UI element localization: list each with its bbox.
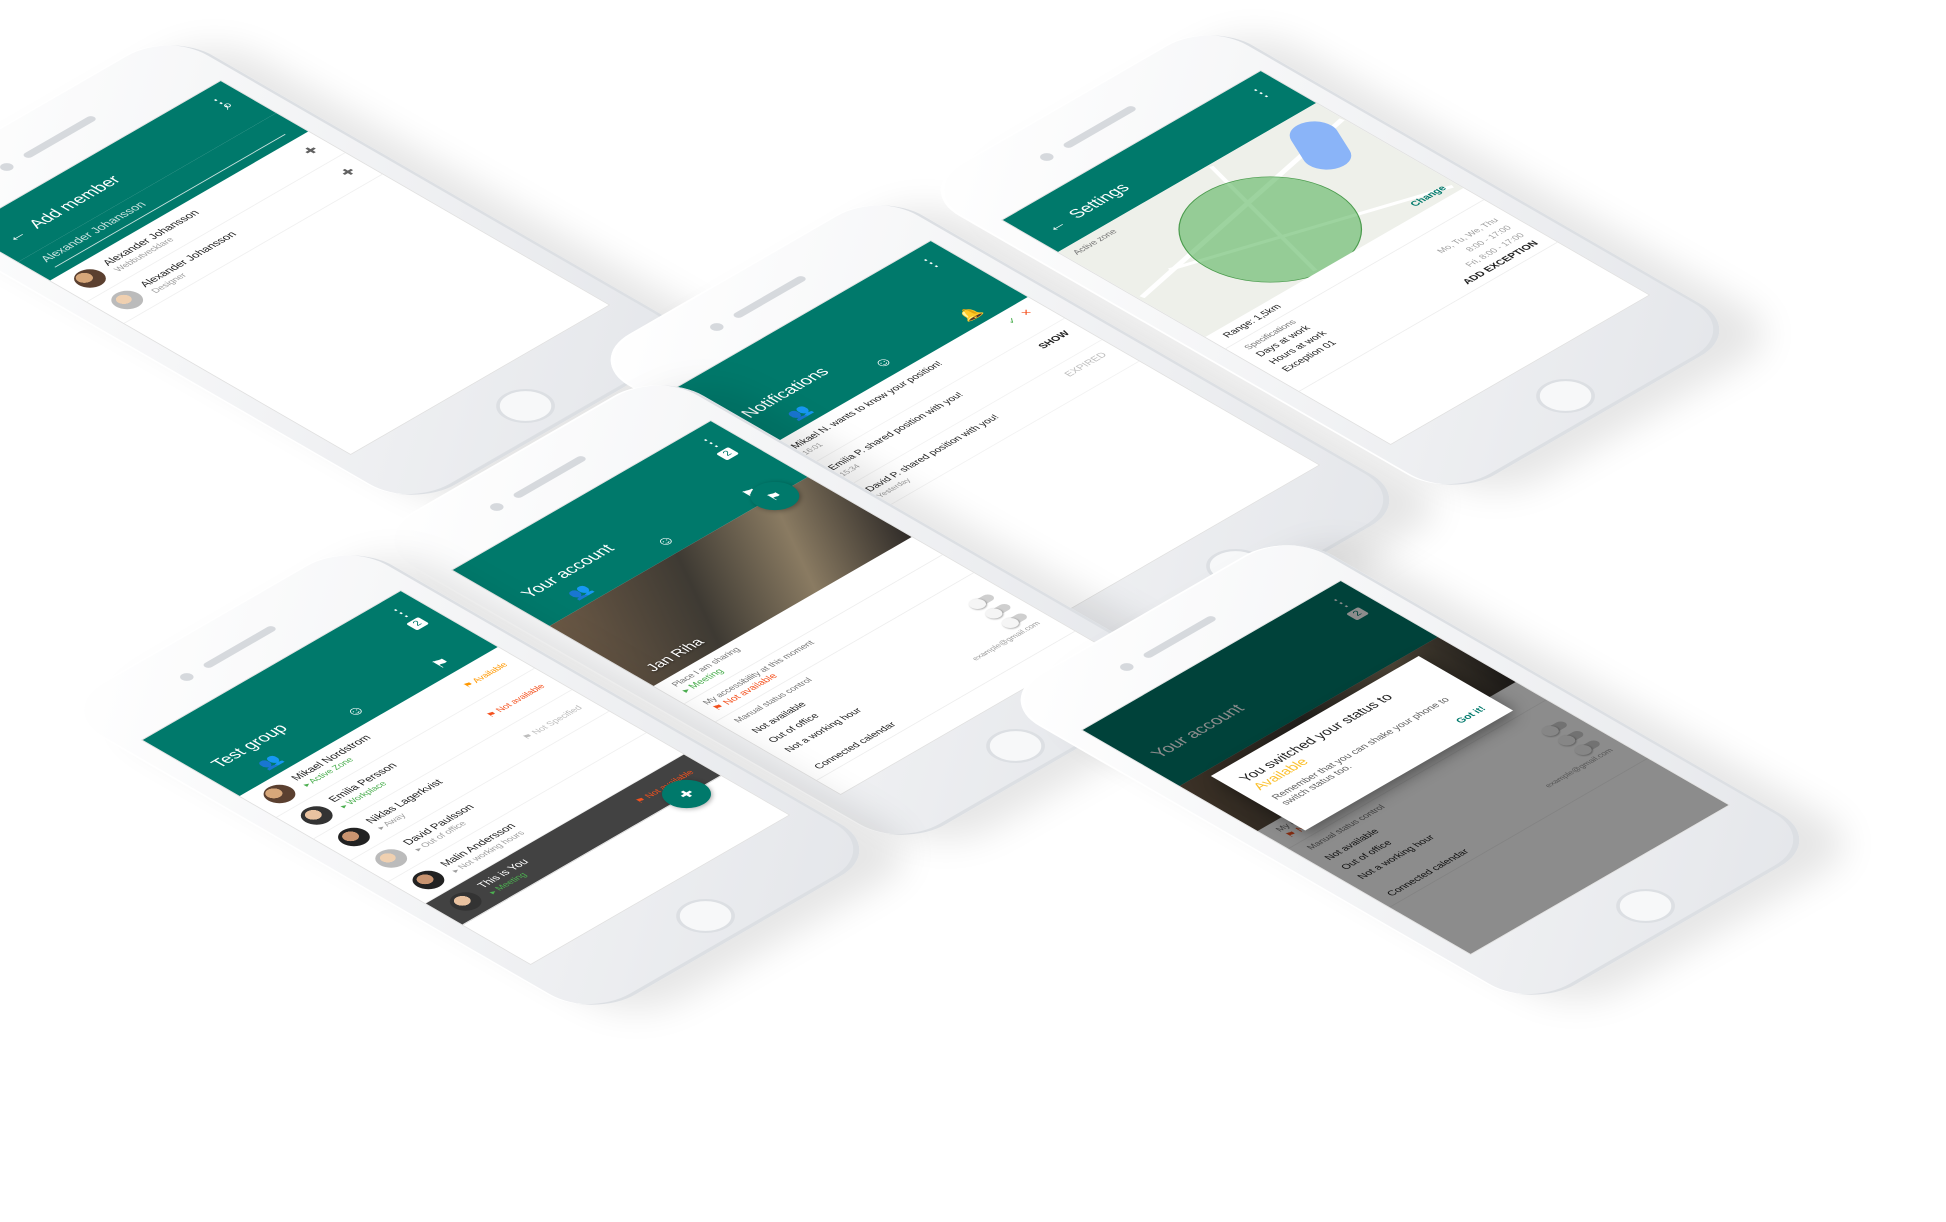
front-camera	[707, 321, 727, 333]
more-options-icon[interactable]: ⋮	[914, 254, 947, 273]
home-button[interactable]	[1603, 881, 1688, 930]
avatar	[256, 781, 302, 808]
group-icon[interactable]: 👥	[782, 403, 817, 423]
avatar	[331, 824, 377, 850]
avatar	[67, 265, 113, 292]
face-icon[interactable]: ☺	[651, 533, 682, 551]
front-camera	[1037, 151, 1057, 163]
earpiece-speaker	[21, 115, 98, 160]
add-person-icon[interactable]: ✚	[337, 166, 360, 179]
face-icon[interactable]: ☺	[869, 354, 900, 372]
back-arrow-icon[interactable]: ←	[0, 226, 32, 245]
show-button[interactable]: SHOW	[1036, 330, 1082, 357]
earpiece-speaker	[201, 625, 278, 670]
avatar	[368, 845, 414, 872]
bell-icon[interactable]: 🔔	[953, 304, 988, 324]
earpiece-speaker	[1061, 105, 1138, 150]
face-icon[interactable]: ☺	[341, 703, 372, 721]
avatar	[405, 866, 451, 893]
front-camera	[1117, 661, 1137, 673]
earpiece-speaker	[1141, 615, 1218, 660]
decline-icon[interactable]: ✕	[1019, 308, 1045, 323]
home-button[interactable]	[663, 891, 748, 940]
front-camera	[487, 501, 507, 513]
front-camera	[0, 161, 17, 173]
notification-badge[interactable]: 2	[716, 447, 740, 461]
status-badge: ⚑ Available	[460, 660, 510, 689]
home-button[interactable]	[483, 381, 568, 430]
notification-badge[interactable]: 2	[406, 617, 430, 631]
front-camera	[177, 671, 197, 683]
group-icon[interactable]: 👥	[563, 582, 598, 602]
group-icon[interactable]: 👥	[253, 752, 288, 772]
avatar	[104, 287, 150, 314]
avatar	[294, 802, 340, 829]
earpiece-speaker	[731, 275, 808, 320]
home-button[interactable]	[1523, 371, 1608, 420]
back-arrow-icon[interactable]: ←	[1039, 216, 1072, 235]
flag-icon[interactable]: ⚑	[427, 655, 457, 672]
avatar	[443, 888, 489, 915]
add-person-icon[interactable]: ✚	[300, 144, 323, 157]
earpiece-speaker	[511, 455, 588, 500]
